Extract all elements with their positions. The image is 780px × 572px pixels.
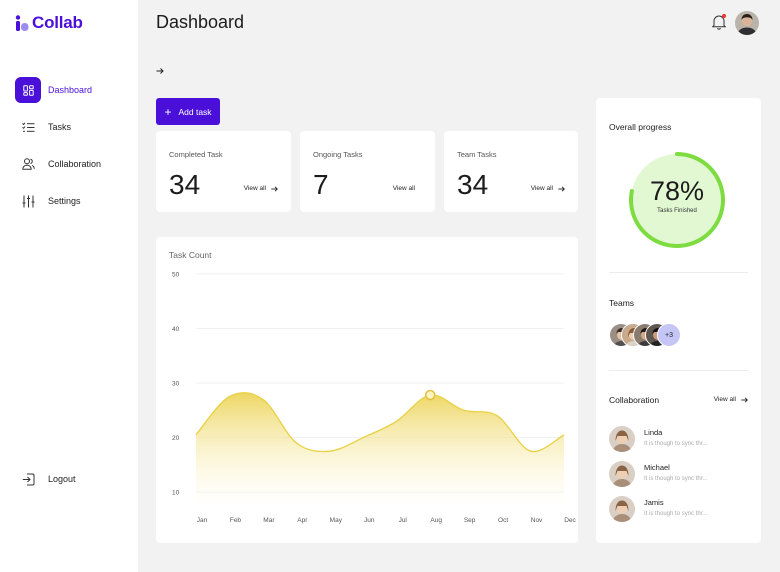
collaborator-message: It is though to sync thr... <box>644 476 708 482</box>
collaborator-item[interactable]: Michael It is though to sync thr... <box>609 461 749 487</box>
x-tick-label: Nov <box>531 517 543 524</box>
collaborator-message: It is though to sync thr... <box>644 511 708 517</box>
collaborator-item[interactable]: Jamis It is though to sync thr... <box>609 496 749 522</box>
series-area <box>196 392 564 503</box>
page-title: Dashboard <box>156 12 245 32</box>
teams-heading: Teams <box>609 298 635 308</box>
y-tick-label: 30 <box>172 381 180 388</box>
y-tick-label: 20 <box>172 435 180 442</box>
notification-dot <box>722 14 726 18</box>
arrow-right-icon <box>271 185 278 192</box>
add-task-label: Add task <box>178 106 212 117</box>
avatar <box>609 496 635 522</box>
logo-icon <box>15 14 29 32</box>
stat-label: Ongoing Tasks <box>313 150 363 159</box>
y-tick-label: 50 <box>172 271 180 278</box>
sidebar-item-collaboration[interactable]: Collaboration <box>15 151 125 177</box>
task-count-card: Task Count 10 20 30 40 50 Jan Feb Mar Apr May Jun… <box>156 237 578 543</box>
sidebar-item-label: Tasks <box>48 122 72 132</box>
collaborator-name: Michael <box>644 463 670 472</box>
view-all-label: View all <box>713 396 736 403</box>
divider <box>609 272 748 273</box>
sidebar-item-tasks[interactable]: Tasks <box>15 114 125 140</box>
progress-caption: Tasks Finished <box>657 208 697 214</box>
sliders-icon <box>15 188 41 214</box>
logout-button[interactable]: Logout <box>15 466 76 492</box>
highlight-point[interactable] <box>424 389 436 401</box>
add-task-button[interactable]: + Add task <box>156 98 220 125</box>
avatar[interactable] <box>735 11 759 35</box>
y-tick-label: 10 <box>172 490 180 497</box>
x-tick-label: Jan <box>197 517 208 524</box>
view-all-link[interactable]: View all <box>244 185 278 192</box>
plus-icon: + <box>164 104 172 119</box>
arrow-right-icon[interactable] <box>156 62 164 74</box>
arrow-right-icon <box>558 185 565 192</box>
tasks-icon <box>15 114 41 140</box>
task-count-chart: 10 20 30 40 50 Jan Feb Mar Apr May Jun Jul Aug Sep Oc… <box>172 271 577 524</box>
collaboration-heading: Collaboration <box>609 395 660 405</box>
collaborator-name: Linda <box>644 428 663 437</box>
sidebar-item-dashboard[interactable]: Dashboard <box>15 77 125 103</box>
x-tick-label: Feb <box>230 517 242 524</box>
x-tick-label: Sep <box>464 517 476 524</box>
sidebar-item-label: Collaboration <box>48 159 102 169</box>
collaborator-item[interactable]: Linda It is though to sync thr... <box>609 426 749 452</box>
dashboard-icon <box>15 77 41 103</box>
stat-value: 34 <box>169 169 201 200</box>
sidebar-item-settings[interactable]: Settings <box>15 188 125 214</box>
view-all-label: View all <box>243 185 266 192</box>
stat-label: Team Tasks <box>457 150 497 159</box>
divider <box>609 370 748 371</box>
view-all-label: View all <box>530 185 553 192</box>
stat-value: 34 <box>457 169 489 200</box>
stat-value: 7 <box>313 169 329 200</box>
x-tick-label: Oct <box>498 517 508 524</box>
arrow-right-icon <box>741 396 748 403</box>
collaborator-message: It is though to sync thr... <box>644 441 708 447</box>
overall-progress-heading: Overall progress <box>609 122 672 132</box>
logout-label: Logout <box>48 474 76 484</box>
avatar <box>609 461 635 487</box>
x-tick-label: Jul <box>399 517 408 524</box>
sidebar-nav: Dashboard Tasks Collaboration Settings <box>15 77 125 225</box>
x-tick-label: Apr <box>297 517 308 524</box>
stat-card-team: Team Tasks 34 View all <box>444 131 578 212</box>
sidebar: Collab Dashboard Tasks Collaboration Set… <box>0 0 138 572</box>
view-all-link[interactable]: View all <box>531 185 565 192</box>
avatar <box>609 426 635 452</box>
right-panel: Overall progress 78% Tasks Finished Team… <box>596 98 761 543</box>
team-avatars[interactable]: +3 <box>609 323 689 347</box>
stat-card-completed: Completed Task 34 View all <box>156 131 291 212</box>
sidebar-item-label: Settings <box>48 196 81 206</box>
stat-label: Completed Task <box>169 150 223 159</box>
stat-card-ongoing: Ongoing Tasks 7 View all <box>300 131 435 212</box>
x-tick-label: Jun <box>364 517 375 524</box>
app-name: Collab <box>32 13 83 32</box>
more-members-badge[interactable]: +3 <box>657 323 681 347</box>
users-icon <box>15 151 41 177</box>
x-tick-label: May <box>330 517 343 524</box>
y-tick-label: 40 <box>172 326 180 333</box>
progress-value: 78% <box>649 176 705 206</box>
x-tick-label: Dec <box>564 517 576 524</box>
x-tick-label: Mar <box>263 517 275 524</box>
x-tick-label: Aug <box>430 517 442 524</box>
collaborator-name: Jamis <box>644 498 664 507</box>
view-all-label: View all <box>392 185 415 192</box>
logo[interactable]: Collab <box>15 13 83 33</box>
sidebar-item-label: Dashboard <box>48 85 93 95</box>
view-all-link[interactable]: View all <box>714 396 748 403</box>
view-all-link[interactable]: View all <box>393 185 415 192</box>
logout-icon <box>15 466 41 492</box>
